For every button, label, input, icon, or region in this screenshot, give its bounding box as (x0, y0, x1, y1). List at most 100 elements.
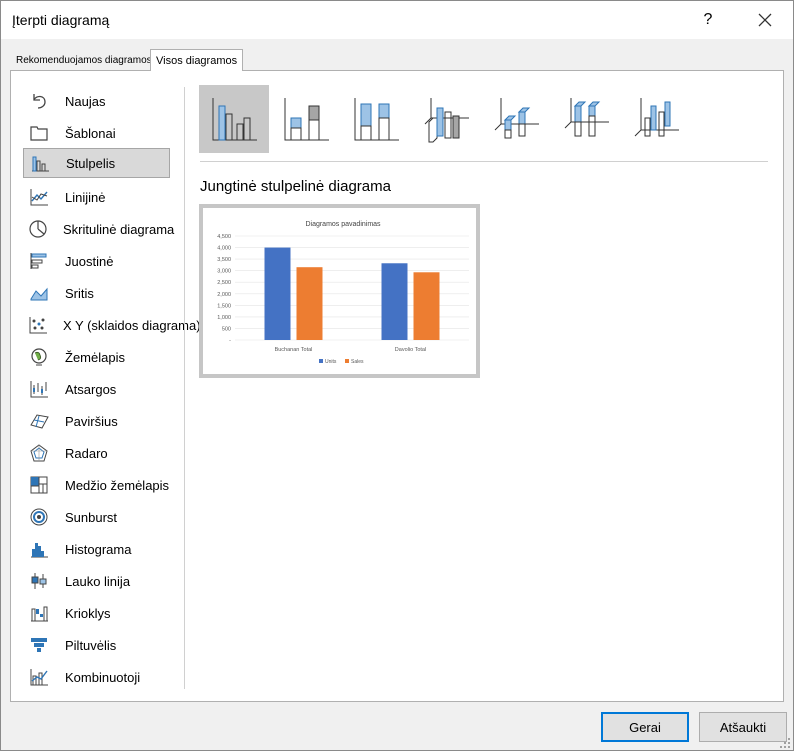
preview-chart-svg: Diagramos pavadinimas - 500 1,000 1,500 2,00… (217, 221, 469, 365)
sidebar-item-label: Piltuvėlis (65, 637, 117, 653)
bar-chart-icon (28, 250, 50, 272)
subtype-clustered-column[interactable] (199, 85, 269, 153)
line-chart-icon (28, 186, 50, 208)
sidebar-item-bar[interactable]: Juostinė (23, 246, 170, 276)
cancel-button[interactable]: Atšaukti (699, 712, 787, 742)
sidebar-item-label: Kombinuotoji (65, 669, 141, 685)
treemap-icon (28, 474, 50, 496)
help-button[interactable]: ? (695, 7, 721, 33)
sidebar-item-label: Histograma (65, 541, 132, 557)
y-tick-label: 1,000 (217, 315, 231, 321)
subtype-100-stacked-column[interactable] (341, 85, 411, 153)
sidebar-item-label: Paviršius (65, 413, 118, 429)
pie-chart-icon (28, 218, 48, 240)
title-bar: Įterpti diagramą ? (1, 1, 793, 39)
sidebar-item-stock[interactable]: Atsargos (23, 374, 170, 404)
y-tick-label: 2,500 (217, 280, 231, 286)
sidebar-item-radar[interactable]: Radaro (23, 438, 170, 468)
chart-preview[interactable]: Diagramos pavadinimas - 500 1,000 1,500 2,00… (199, 204, 480, 378)
chart-bar (264, 247, 291, 340)
subtype-3d-column[interactable] (621, 85, 691, 153)
x-tick-label: Davolio Total (395, 347, 426, 353)
chart-bar (296, 267, 323, 340)
funnel-icon (28, 634, 50, 656)
sidebar-item-label: Sritis (65, 285, 94, 301)
tab-all-charts[interactable]: Visos diagramos (150, 49, 244, 71)
surface-chart-icon (28, 410, 50, 432)
sidebar-item-column[interactable]: Stulpelis (23, 148, 170, 178)
sidebar-item-surface[interactable]: Paviršius (23, 406, 170, 436)
subtype-3d-stacked-column[interactable] (481, 85, 551, 153)
close-icon (758, 13, 772, 27)
chart-title: Diagramos pavadinimas (305, 221, 381, 228)
sidebar-item-map[interactable]: Žemėlapis (23, 342, 170, 372)
sidebar-item-pie[interactable]: Skritulinė diagrama (23, 214, 174, 244)
clustered-column-icon (212, 98, 257, 141)
legend-label: Units (325, 359, 337, 365)
y-tick-label: 3,000 (217, 269, 231, 275)
sidebar-item-treemap[interactable]: Medžio žemėlapis (23, 470, 170, 500)
undo-icon (28, 90, 50, 112)
sidebar-item-box-whisker[interactable]: Lauko linija (23, 566, 170, 596)
combo-chart-icon (28, 666, 50, 688)
sidebar-item-label: Šablonai (65, 125, 116, 141)
sidebar-item-scatter[interactable]: X Y (sklaidos diagrama) (23, 310, 201, 340)
sidebar-item-label: Žemėlapis (65, 349, 125, 365)
sidebar-item-label: Krioklys (65, 605, 111, 621)
sidebar-item-waterfall[interactable]: Krioklys (23, 598, 170, 628)
sidebar-item-label: Juostinė (65, 253, 114, 269)
sidebar-item-label: Sunburst (65, 509, 118, 525)
legend-label: Sales (351, 359, 364, 365)
sidebar-item-label: Stulpelis (66, 155, 116, 171)
sidebar-item-histogram[interactable]: Histograma (23, 534, 170, 564)
map-chart-icon (28, 346, 50, 368)
x-tick-label: Buchanan Total (275, 347, 313, 353)
y-tick-label: 1,500 (217, 303, 231, 309)
3d-stacked-column-icon (494, 98, 539, 139)
subtype-3d-clustered-column[interactable] (411, 85, 481, 153)
sidebar-item-label: Naujas (65, 93, 106, 109)
stacked-column-icon (284, 98, 329, 141)
gallery-divider (200, 161, 768, 162)
legend-swatch (319, 359, 323, 363)
sidebar-item-combo[interactable]: Kombinuotoji (23, 662, 170, 692)
subtype-3d-100-stacked-column[interactable] (551, 85, 621, 153)
resize-grip-icon[interactable] (779, 737, 791, 749)
waterfall-icon (28, 602, 50, 624)
sidebar-item-label: Atsargos (65, 381, 117, 397)
sidebar-item-sunburst[interactable]: Sunburst (23, 502, 170, 532)
sidebar-item-line[interactable]: Linijinė (23, 182, 170, 212)
chart-bar (381, 263, 408, 340)
chart-bar (413, 272, 440, 340)
100-stacked-column-icon (354, 98, 399, 141)
area-chart-icon (28, 282, 50, 304)
sidebar-item-label: Skritulinė diagrama (63, 221, 175, 237)
sidebar-item-label: Linijinė (65, 189, 106, 205)
3d-100-stacked-column-icon (564, 98, 609, 137)
legend-swatch (345, 359, 349, 363)
sidebar-item-new[interactable]: Naujas (23, 86, 170, 116)
tab-recommended-charts[interactable]: Rekomenduojamos diagramos (11, 51, 157, 71)
sidebar-divider (184, 87, 185, 689)
3d-clustered-column-icon (424, 98, 469, 143)
insert-chart-dialog: Įterpti diagramą ? Rekomenduojamos diagr… (0, 0, 794, 751)
sidebar-item-area[interactable]: Sritis (23, 278, 170, 308)
sidebar-item-templates[interactable]: Šablonai (23, 118, 170, 148)
sidebar-item-label: Lauko linija (65, 573, 131, 589)
y-tick-label: 2,000 (217, 292, 231, 298)
close-button[interactable] (752, 7, 778, 33)
y-tick-label: - (229, 338, 231, 344)
y-tick-label: 500 (222, 326, 231, 332)
sidebar-item-label: Radaro (65, 445, 108, 461)
box-whisker-icon (28, 570, 50, 592)
y-tick-label: 3,500 (217, 257, 231, 263)
dialog-title: Įterpti diagramą (12, 12, 110, 28)
sidebar-item-label: Medžio žemėlapis (65, 477, 170, 493)
radar-chart-icon (28, 442, 50, 464)
scatter-chart-icon (28, 314, 48, 336)
subtype-stacked-column[interactable] (271, 85, 341, 153)
sidebar-item-funnel[interactable]: Piltuvėlis (23, 630, 170, 660)
column-chart-icon (29, 152, 51, 174)
y-tick-label: 4,500 (217, 234, 231, 240)
ok-button[interactable]: Gerai (601, 712, 689, 742)
